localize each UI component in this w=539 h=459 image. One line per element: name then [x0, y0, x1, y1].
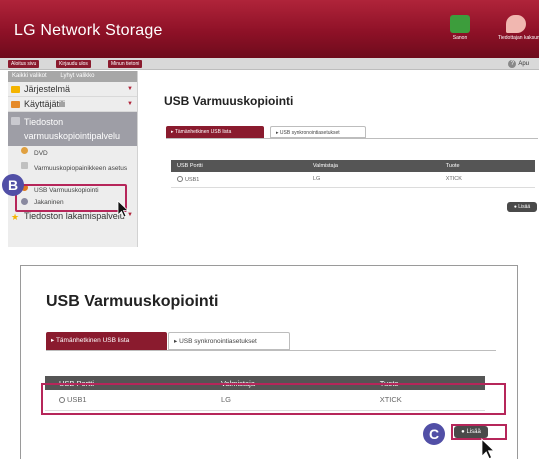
mouse-cursor-icon — [117, 200, 129, 218]
radio-button[interactable] — [177, 175, 183, 182]
sidebar-item-file-backup[interactable]: Tiedoston varmuuskopiointipalvelu — [8, 112, 137, 146]
table-header-row: USB Portti Valmistaja Tuote — [171, 160, 535, 172]
help-icon: ? — [508, 60, 517, 68]
usb-table: USB Portti Valmistaja Tuote USB1 LG XTIC… — [171, 160, 535, 188]
main-panel-top: USB Varmuuskopiointi ▸ Tämänhetkinen USB… — [164, 94, 539, 247]
app-title: LG Network Storage — [14, 22, 163, 39]
tab-usb-sync-settings[interactable]: ▸ USB synkronointiasetukset — [270, 126, 366, 138]
sidebar-item-label: Tiedoston lakamispalvelu — [24, 211, 125, 221]
page-title: USB Varmuuskopiointi — [46, 293, 219, 310]
home-button[interactable]: Aloitus sivu — [8, 60, 40, 68]
screenshot-top: LG Network Storage Sanon Tiedottajan kak… — [0, 0, 539, 247]
speech-bubble-icon — [506, 15, 526, 33]
app-header: LG Network Storage Sanon Tiedottajan kak… — [0, 0, 539, 58]
sidebar-subitem-backup-button[interactable]: Varmuuskopiopainikkeen asetus — [8, 161, 137, 183]
chevron-icon: ▼ — [127, 86, 133, 92]
port-value: USB1 — [185, 176, 200, 183]
sidebar-subitem-dvd[interactable]: DVD — [8, 146, 137, 161]
subitem-label: DVD — [34, 150, 48, 157]
tab-current-usb-list[interactable]: ▸ Tämänhetkinen USB lista — [46, 332, 167, 350]
highlight-add-button — [451, 424, 507, 440]
sidebar-tabs: Kaikki valikot Lyhyt valikko — [8, 71, 137, 82]
system-icon — [11, 86, 20, 93]
sidebar-item-label: Järjestelmä — [24, 84, 71, 94]
help-link[interactable]: ? Apu — [508, 59, 529, 69]
disc-icon — [21, 147, 28, 154]
tab-label: Tämänhetkinen USB lista — [55, 337, 130, 344]
tab-divider — [46, 350, 496, 351]
tab-label: USB synkronointiasetukset — [179, 338, 257, 345]
page-title: USB Varmuuskopiointi — [164, 94, 294, 108]
table-row[interactable]: USB1 LG XTICK — [171, 172, 535, 188]
mouse-cursor-icon — [481, 438, 496, 459]
tab-all-menus[interactable]: Kaikki valikot — [12, 73, 47, 79]
button-icon — [21, 162, 28, 169]
logout-button[interactable]: Kirjaudu ulos — [56, 60, 91, 68]
highlight-usb-row — [41, 383, 506, 415]
user-icon — [11, 101, 20, 108]
sidebar-item-label: Käyttäjätili — [24, 99, 66, 109]
my-info-button[interactable]: Minun tietoni — [108, 60, 143, 68]
share-button[interactable]: Sanon — [446, 15, 474, 41]
cell-product: XTICK — [439, 172, 535, 188]
col-usb-port: USB Portti — [171, 160, 307, 172]
chevron-icon: ▼ — [127, 101, 133, 107]
share-label: Sanon — [452, 35, 468, 41]
cell-port[interactable]: USB1 — [171, 172, 307, 188]
cell-maker: LG — [306, 172, 440, 188]
step-badge-b: B — [2, 174, 24, 196]
tab-label: USB synkronointiasetukset — [279, 130, 340, 136]
tab-usb-sync-settings[interactable]: ▸ USB synkronointiasetukset — [168, 332, 290, 350]
sidebar: Kaikki valikot Lyhyt valikko Järjestelmä… — [8, 71, 138, 247]
help-label: Apu — [518, 61, 529, 67]
subitem-label: Varmuuskopiopainikkeen asetus — [34, 165, 128, 172]
add-button[interactable]: ● Lisää — [507, 202, 537, 212]
star-icon: ★ — [11, 212, 20, 222]
sidebar-item-label: Tiedoston varmuuskopiointipalvelu — [24, 117, 121, 141]
sidebar-item-user-account[interactable]: Käyttäjätili ▼ — [8, 97, 137, 112]
add-label: Lisää — [518, 204, 531, 210]
tab-short-menu[interactable]: Lyhyt valikko — [60, 73, 94, 79]
notify-button[interactable]: Tiedottajan kaksumparanna — [498, 15, 539, 41]
tab-label: Tämänhetkinen USB lista — [174, 129, 232, 135]
backup-icon — [11, 117, 20, 125]
step-badge-c: C — [423, 423, 445, 445]
tab-divider — [166, 138, 538, 139]
screenshot-bottom: USB Varmuuskopiointi ▸ Tämänhetkinen USB… — [20, 265, 518, 459]
notify-label: Tiedottajan kaksumparanna — [498, 35, 539, 41]
highlight-usb-menu — [15, 184, 127, 212]
tab-current-usb-list[interactable]: ▸ Tämänhetkinen USB lista — [166, 126, 264, 138]
people-icon — [450, 15, 470, 33]
top-toolbar: Aloitus sivu Kirjaudu ulos Minun tietoni… — [0, 58, 539, 70]
col-maker: Valmistaja — [306, 160, 440, 172]
sidebar-item-system[interactable]: Järjestelmä ▼ — [8, 82, 137, 97]
col-product: Tuote — [439, 160, 535, 172]
